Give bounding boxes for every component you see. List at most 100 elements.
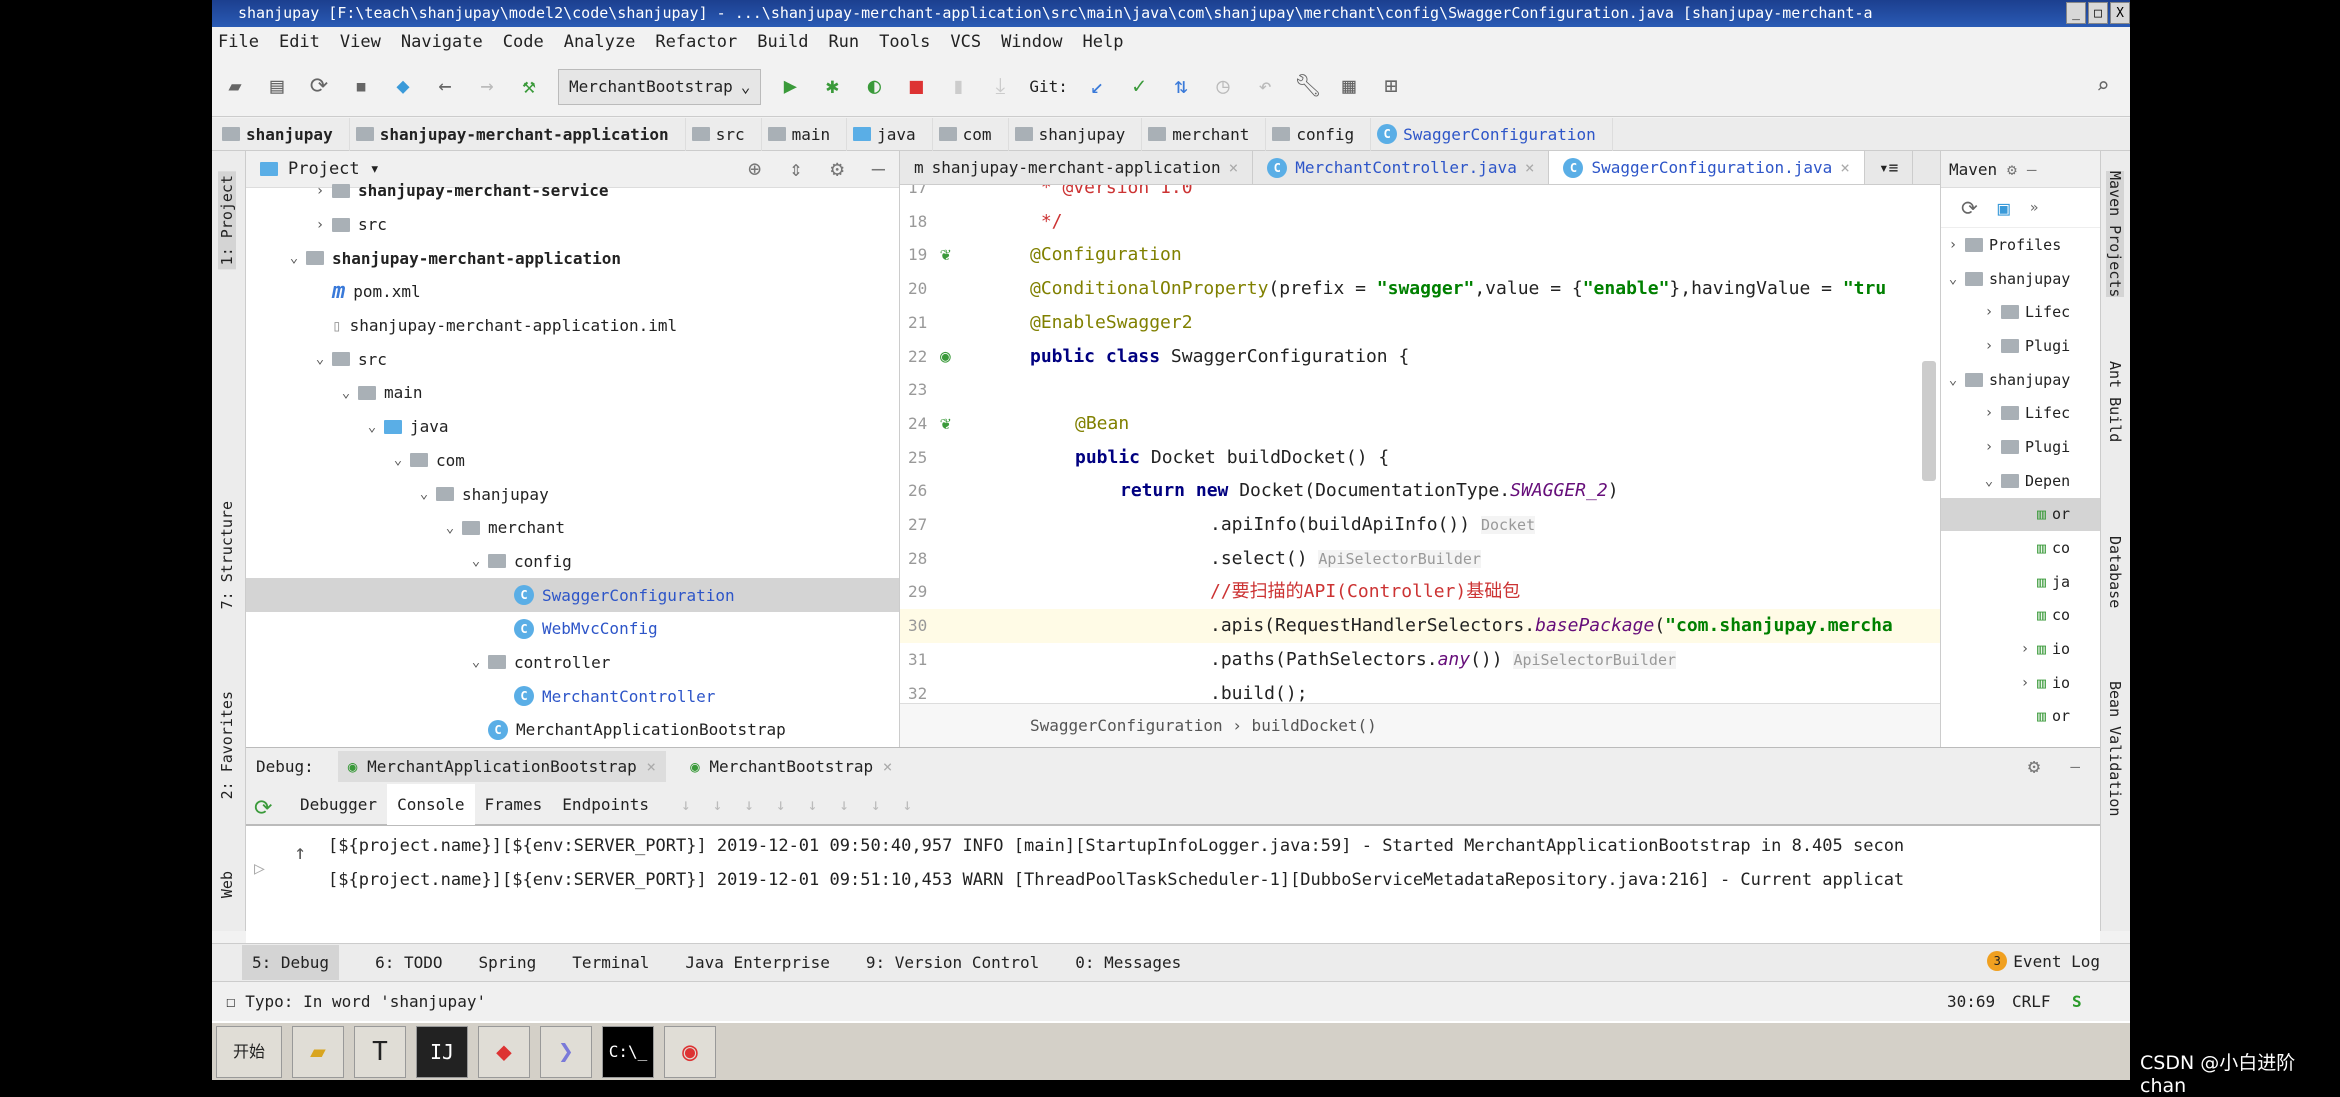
run-configuration-select[interactable]: MerchantBootstrap ⌄: [558, 68, 762, 105]
trace-icon[interactable]: ↓: [902, 795, 912, 814]
close-icon[interactable]: ×: [883, 757, 893, 776]
code-area[interactable]: 17 * @version 1.0 18 */19 ❦ @Configuration 2…: [900, 185, 1940, 703]
status-toggle-icon[interactable]: ☐: [226, 992, 245, 1011]
hide-icon[interactable]: —: [2070, 757, 2080, 776]
start-button[interactable]: 开始: [216, 1025, 282, 1078]
tool-tab[interactable]: Terminal: [572, 953, 649, 972]
bean-validation-tool-button[interactable]: Bean Validation: [2106, 681, 2124, 816]
tree-item[interactable]: C MerchantApplicationBootstrap: [246, 713, 899, 747]
run-to-cursor-icon[interactable]: ↓: [839, 795, 849, 814]
stop-icon[interactable]: ■: [903, 74, 929, 99]
debug-tab-frames[interactable]: Frames: [475, 783, 553, 825]
maven-item[interactable]: ⌄ shanjupay: [1941, 262, 2100, 296]
git-update-icon[interactable]: ↙: [1084, 74, 1110, 99]
breadcrumb-item[interactable]: shanjupay: [222, 117, 350, 151]
tab-list-icon[interactable]: ▾≡: [1865, 151, 1914, 184]
menu-code[interactable]: Code: [503, 27, 544, 57]
tree-item[interactable]: ⌄ merchant: [246, 511, 899, 545]
breadcrumb-item[interactable]: C SwaggerConfiguration: [1377, 117, 1613, 151]
tool-tab[interactable]: 9: Version Control: [866, 953, 1039, 972]
plugin-icon[interactable]: ◆: [390, 74, 416, 99]
menu-build[interactable]: Build: [757, 27, 808, 57]
tree-item[interactable]: ⌄ shanjupay: [246, 477, 899, 511]
tool-tab[interactable]: Java Enterprise: [685, 953, 830, 972]
git-compare-icon[interactable]: ⇅: [1168, 74, 1194, 99]
gear-icon[interactable]: ⚙: [2028, 754, 2040, 778]
caret-position[interactable]: 30:69: [1947, 982, 1995, 1022]
tree-item[interactable]: C MerchantController: [246, 679, 899, 713]
line-separator[interactable]: CRLF: [2012, 982, 2051, 1022]
more-icon[interactable]: »: [2030, 200, 2038, 216]
debug-icon[interactable]: ✱: [819, 74, 845, 99]
breadcrumb-item[interactable]: java: [853, 117, 933, 151]
maven-item[interactable]: ⌄ Depen: [1941, 464, 2100, 498]
close-icon[interactable]: ×: [1525, 158, 1535, 177]
maven-item[interactable]: ▥ ja: [1941, 565, 2100, 599]
project-structure-icon[interactable]: ▦: [1336, 74, 1362, 99]
bean-icon[interactable]: ❦: [940, 407, 990, 441]
breadcrumb-item[interactable]: shanjupay: [1014, 117, 1143, 151]
maven-item[interactable]: ▥ co: [1941, 531, 2100, 565]
update-icon[interactable]: ▮: [945, 74, 971, 99]
terminal-icon[interactable]: C:\_: [602, 1025, 654, 1078]
hide-icon[interactable]: —: [2027, 160, 2037, 179]
bean-icon[interactable]: ❦: [940, 238, 990, 272]
database-tool-button[interactable]: Database: [2106, 536, 2124, 608]
debug-tab-console[interactable]: Console: [387, 783, 475, 825]
breadcrumb-item[interactable]: src: [691, 117, 762, 151]
menu-vcs[interactable]: VCS: [950, 27, 981, 57]
debug-tab-endpoints[interactable]: Endpoints: [552, 783, 659, 825]
breadcrumb-item[interactable]: shanjupay-merchant-application: [355, 117, 686, 151]
editor-breadcrumb[interactable]: SwaggerConfiguration › buildDocket(): [900, 703, 1940, 747]
forward-icon[interactable]: →: [474, 74, 500, 99]
text-editor-icon[interactable]: T: [354, 1025, 406, 1078]
menu-refactor[interactable]: Refactor: [655, 27, 737, 57]
maximize-button[interactable]: □: [2088, 2, 2108, 24]
breadcrumb-item[interactable]: com: [938, 117, 1009, 151]
step-out-icon[interactable]: ↓: [776, 795, 786, 814]
intellij-icon[interactable]: IJ: [416, 1025, 468, 1078]
maven-item[interactable]: › Lifec: [1941, 295, 2100, 329]
sdk-icon[interactable]: ⊞: [1378, 74, 1404, 99]
step-over-icon[interactable]: ↓: [681, 795, 691, 814]
menu-help[interactable]: Help: [1082, 27, 1123, 57]
maven-item[interactable]: ▥ or: [1941, 700, 2100, 734]
resume-icon[interactable]: ▷: [254, 858, 265, 879]
tree-item[interactable]: C WebMvcConfig: [246, 612, 899, 646]
build-hammer-icon[interactable]: ⚒: [516, 74, 542, 99]
sync-icon[interactable]: ⟳: [306, 74, 332, 99]
menu-window[interactable]: Window: [1001, 27, 1062, 57]
close-icon[interactable]: ×: [1840, 158, 1850, 177]
maven-projects-tool-button[interactable]: Maven Projects: [2106, 171, 2124, 298]
folder-icon[interactable]: ▪: [348, 74, 374, 99]
open-icon[interactable]: ▰: [222, 74, 248, 99]
evaluate-icon[interactable]: ↓: [871, 795, 881, 814]
editor-tab[interactable]: C SwaggerConfiguration.java ×: [1549, 151, 1865, 184]
tree-item[interactable]: ⌄ src: [246, 342, 899, 376]
drop-frame-icon[interactable]: ↓: [808, 795, 818, 814]
maven-item[interactable]: › Lifec: [1941, 396, 2100, 430]
menu-tools[interactable]: Tools: [879, 27, 930, 57]
app-icon[interactable]: ❯: [540, 1025, 592, 1078]
generate-sources-icon[interactable]: ▣: [1998, 196, 2010, 220]
event-log-button[interactable]: 3 Event Log: [1987, 951, 2100, 971]
coverage-icon[interactable]: ◐: [861, 74, 887, 99]
back-icon[interactable]: ←: [432, 74, 458, 99]
history-icon[interactable]: ◷: [1210, 74, 1236, 99]
settings-wrench-icon[interactable]: 🔧︎: [1294, 74, 1322, 99]
menu-view[interactable]: View: [340, 27, 381, 57]
debug-tab-debugger[interactable]: Debugger: [290, 783, 387, 825]
tree-item[interactable]: ⌄ shanjupay-merchant-application: [246, 241, 899, 275]
tool-tab[interactable]: 6: TODO: [375, 953, 442, 972]
step-into-icon[interactable]: ↓: [713, 795, 723, 814]
menu-edit[interactable]: Edit: [279, 27, 320, 57]
editor-tab[interactable]: m shanjupay-merchant-application ×: [900, 151, 1254, 184]
maven-item[interactable]: › Plugi: [1941, 329, 2100, 363]
rerun-icon[interactable]: ⟳: [254, 796, 272, 821]
debug-session-tab[interactable]: ◉ MerchantBootstrap ×: [690, 757, 892, 776]
debug-session-tab[interactable]: ◉ MerchantApplicationBootstrap ×: [337, 750, 667, 782]
close-icon[interactable]: ×: [1229, 158, 1239, 177]
menu-navigate[interactable]: Navigate: [401, 27, 483, 57]
save-icon[interactable]: ▤: [264, 74, 290, 99]
close-button[interactable]: X: [2110, 2, 2130, 24]
